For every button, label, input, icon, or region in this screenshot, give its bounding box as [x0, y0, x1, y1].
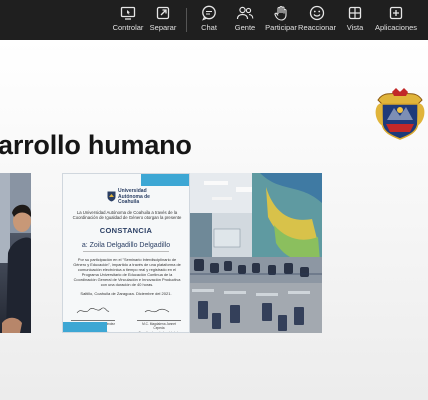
- classroom-photo: [190, 173, 322, 333]
- certificate-university: Universidad Autónoma de Coahuila: [118, 188, 150, 205]
- pop-out-button[interactable]: Separar: [148, 0, 178, 40]
- certificate-divider: [83, 251, 169, 252]
- certificate-date: Saltillo, Coahuila de Zaragoza. Diciembr…: [80, 291, 172, 296]
- people-button[interactable]: Gente: [232, 0, 258, 40]
- react-button[interactable]: Reaccionar: [298, 0, 336, 40]
- pop-out-label: Separar: [149, 23, 177, 32]
- meeting-toolbar: Controlar Separar Chat Gente Participar …: [0, 0, 428, 40]
- certificate-body: Por su participación en el "Seminario In…: [73, 257, 181, 287]
- view-label: Vista: [346, 23, 364, 32]
- chat-icon: [200, 5, 218, 21]
- certificate-image: Universidad Autónoma de Coahuila La Univ…: [62, 173, 190, 333]
- screen-control-icon: [119, 5, 137, 21]
- shared-slide: arrollo humano Universidad Autónoma de C…: [0, 40, 428, 400]
- raise-hand-icon: [272, 5, 290, 21]
- university-logo: [374, 86, 426, 140]
- person-photo: [0, 173, 31, 333]
- certificate-band-bottom: [63, 322, 107, 332]
- people-label: Gente: [234, 23, 256, 32]
- toolbar-divider: [186, 8, 187, 32]
- people-icon: [236, 5, 254, 21]
- view-button[interactable]: Vista: [344, 0, 366, 40]
- certificate-heading: CONSTANCIA: [99, 226, 153, 235]
- university-shield-icon: [107, 189, 116, 202]
- control-button[interactable]: Controlar: [112, 0, 144, 40]
- signature-right: M.C. Magdalena Jannet Cepeda Coordinador…: [137, 302, 181, 333]
- apps-button[interactable]: Aplicaciones: [374, 0, 418, 40]
- raise-hand-label: Participar: [265, 23, 297, 32]
- certificate-band: [141, 174, 189, 186]
- smiley-icon: [308, 5, 326, 21]
- apps-label: Aplicaciones: [374, 23, 418, 32]
- control-label: Controlar: [112, 23, 144, 32]
- grid-view-icon: [346, 5, 364, 21]
- apps-plus-icon: [387, 5, 405, 21]
- slide-title: arrollo humano: [0, 130, 192, 160]
- raise-hand-button[interactable]: Participar: [264, 0, 298, 40]
- certificate-intro: La Universidad Autónoma de Coahuila a tr…: [72, 210, 182, 221]
- certificate-recipient: a: Zoila Delgadillo Delgadillo: [81, 242, 171, 249]
- chat-label: Chat: [201, 23, 217, 32]
- signatory-right-role: Coordinadora de Igualdad de Género: [138, 331, 180, 333]
- react-label: Reaccionar: [298, 23, 336, 32]
- signatory-right-name: M.C. Magdalena Jannet Cepeda: [142, 322, 176, 330]
- pop-out-icon: [154, 5, 172, 21]
- chat-button[interactable]: Chat: [197, 0, 221, 40]
